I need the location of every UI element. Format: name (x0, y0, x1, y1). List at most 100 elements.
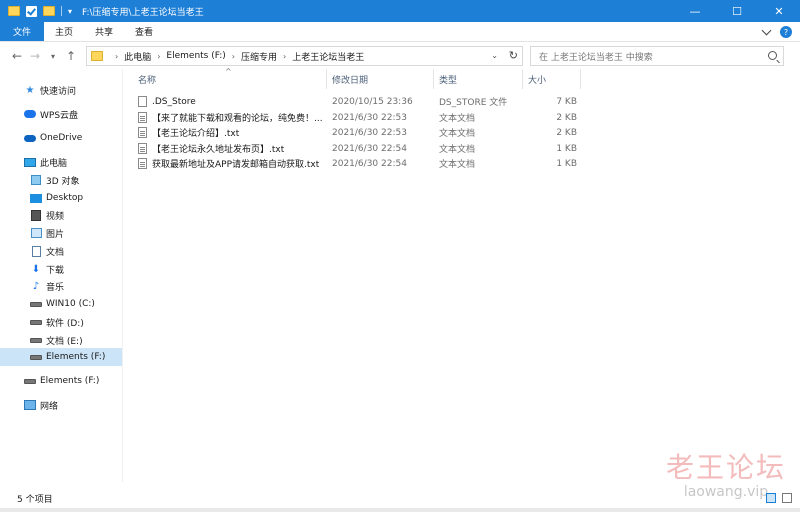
expand-ribbon-chevron-down-icon[interactable] (761, 25, 772, 36)
tab-view[interactable]: 查看 (124, 22, 164, 41)
sidebar-item-drive-c[interactable]: WIN10 (C:) (0, 295, 123, 313)
sidebar-item-wps-cloud[interactable]: WPS云盘 (0, 105, 123, 123)
sidebar-item-elements-drive[interactable]: Elements (F:) (0, 372, 123, 390)
file-type: 文本文档 (439, 114, 476, 124)
watermark-title: 老王论坛 (665, 451, 786, 484)
pictures-icon (30, 227, 42, 239)
network-icon (24, 399, 36, 411)
file-type: 文本文档 (439, 160, 476, 170)
chevron-right-icon[interactable]: › (232, 52, 235, 61)
sidebar-item-documents[interactable]: 文档 (0, 242, 123, 260)
status-bar: 5 个项目 (0, 489, 800, 507)
forward-arrow-icon[interactable]: → (26, 47, 44, 65)
sidebar-item-label: Elements (F:) (46, 352, 106, 362)
sidebar-item-drive-e[interactable]: 文档 (E:) (0, 331, 123, 349)
recent-locations-chevron-down-icon[interactable]: ▾ (44, 47, 62, 65)
sidebar-item-label: WPS云盘 (40, 110, 79, 121)
drive-icon (30, 351, 42, 363)
blank-file-icon (138, 96, 147, 107)
sidebar-item-desktop[interactable]: Desktop (0, 189, 123, 207)
file-row[interactable]: .DS_Store 2020/10/15 23:36 DS_STORE 文件 7… (138, 94, 598, 109)
pane-divider[interactable] (122, 69, 123, 482)
column-header-type[interactable]: 类型 (439, 69, 525, 89)
minimize-button[interactable]: — (674, 0, 716, 22)
breadcrumb-this-pc[interactable]: 此电脑 (124, 50, 151, 63)
file-row[interactable]: 【来了就能下载和观看的论坛，纯免费！... 2021/6/30 22:53 文本… (138, 110, 598, 125)
column-divider[interactable] (433, 69, 434, 89)
navigation-pane: ★ 快速访问 WPS云盘 OneDrive 此电脑 3D 对象 Desktop … (0, 69, 123, 482)
search-input[interactable]: 在 上老王论坛当老王 中搜索 (530, 46, 784, 66)
sidebar-item-drive-f[interactable]: Elements (F:) (0, 348, 123, 366)
chevron-right-icon[interactable]: › (283, 52, 286, 61)
3d-objects-icon (30, 174, 42, 186)
address-row: ← → ▾ ↑ › 此电脑 › Elements (F:) › 压缩专用 › 上… (0, 43, 800, 69)
sidebar-item-label: Desktop (46, 193, 84, 203)
file-row[interactable]: 获取最新地址及APP请发邮箱自动获取.txt 2021/6/30 22:54 文… (138, 156, 598, 171)
sidebar-item-label: 文档 (46, 247, 65, 258)
chevron-right-icon[interactable]: › (157, 52, 160, 61)
sidebar-item-onedrive[interactable]: OneDrive (0, 129, 123, 147)
sidebar-item-this-pc[interactable]: 此电脑 (0, 153, 123, 171)
sidebar-item-label: 图片 (46, 229, 65, 240)
drive-icon (24, 375, 36, 387)
sidebar-item-downloads[interactable]: ⬇ 下载 (0, 260, 123, 278)
file-row[interactable]: 【老王论坛介绍】.txt 2021/6/30 22:53 文本文档 2 KB (138, 125, 598, 140)
column-divider[interactable] (326, 69, 327, 89)
column-header-name[interactable]: 名称 (138, 69, 324, 89)
sidebar-item-music[interactable]: ♪ 音乐 (0, 277, 123, 295)
sidebar-item-label: 文档 (E:) (46, 336, 83, 347)
sidebar-item-label: Elements (F:) (40, 376, 100, 386)
large-icons-view-icon[interactable] (782, 493, 792, 503)
column-divider[interactable] (580, 69, 581, 89)
file-date: 2021/6/30 22:54 (332, 143, 407, 154)
breadcrumb-compress-folder[interactable]: 压缩专用 (241, 50, 277, 63)
sidebar-item-label: OneDrive (40, 133, 83, 143)
refresh-icon[interactable]: ↻ (509, 49, 518, 62)
column-divider[interactable] (522, 69, 523, 89)
item-count: 5 个项目 (17, 494, 53, 505)
music-icon: ♪ (32, 280, 40, 292)
sidebar-item-quick-access[interactable]: ★ 快速访问 (0, 81, 123, 99)
sidebar-item-drive-d[interactable]: 软件 (D:) (0, 313, 123, 331)
tab-file[interactable]: 文件 (0, 22, 45, 41)
breadcrumb-current-folder[interactable]: 上老王论坛当老王 (292, 50, 364, 63)
text-file-icon (138, 127, 147, 138)
address-history-chevron-down-icon[interactable]: ⌄ (491, 51, 498, 60)
customize-toolbar-dropdown-icon[interactable]: ▾ (68, 7, 72, 16)
column-header-date[interactable]: 修改日期 (332, 69, 432, 89)
column-header-size[interactable]: 大小 (528, 69, 578, 89)
sidebar-item-3d-objects[interactable]: 3D 对象 (0, 171, 123, 189)
close-button[interactable]: ✕ (758, 0, 800, 22)
video-icon (30, 209, 42, 221)
quick-access-separator (61, 6, 62, 16)
search-placeholder: 在 上老王论坛当老王 中搜索 (539, 52, 653, 63)
tab-share[interactable]: 共享 (84, 22, 124, 41)
text-file-icon (138, 158, 147, 169)
help-icon[interactable]: ? (780, 26, 792, 38)
sidebar-item-pictures[interactable]: 图片 (0, 224, 123, 242)
sidebar-item-network[interactable]: 网络 (0, 396, 123, 414)
new-folder-icon[interactable] (43, 6, 55, 16)
address-bar[interactable]: › 此电脑 › Elements (F:) › 压缩专用 › 上老王论坛当老王 … (86, 46, 523, 66)
download-icon: ⬇ (31, 263, 41, 275)
sidebar-item-label: 网络 (40, 401, 59, 412)
details-view-icon[interactable] (766, 493, 776, 503)
tab-home[interactable]: 主页 (44, 22, 84, 41)
file-row[interactable]: 【老王论坛永久地址发布页】.txt 2021/6/30 22:54 文本文档 1… (138, 141, 598, 156)
sidebar-item-label: 视频 (46, 211, 65, 222)
search-icon[interactable] (768, 51, 777, 60)
file-name: 获取最新地址及APP请发邮箱自动获取.txt (152, 160, 320, 170)
folder-icon (8, 6, 20, 16)
file-list: ^ 名称 修改日期 类型 大小 .DS_Store 2020/10/15 23:… (130, 67, 790, 482)
maximize-button[interactable]: ☐ (716, 0, 758, 22)
breadcrumb-elements-drive[interactable]: Elements (F:) (166, 51, 225, 61)
sidebar-item-label: 此电脑 (40, 158, 68, 169)
chevron-right-icon[interactable]: › (115, 52, 118, 61)
view-switcher (766, 489, 792, 507)
text-file-icon (138, 143, 147, 154)
sidebar-item-videos[interactable]: 视频 (0, 206, 123, 224)
back-arrow-icon[interactable]: ← (8, 47, 26, 65)
file-size: 1 KB (556, 143, 577, 154)
up-arrow-icon[interactable]: ↑ (62, 47, 80, 65)
properties-icon[interactable] (26, 5, 37, 17)
